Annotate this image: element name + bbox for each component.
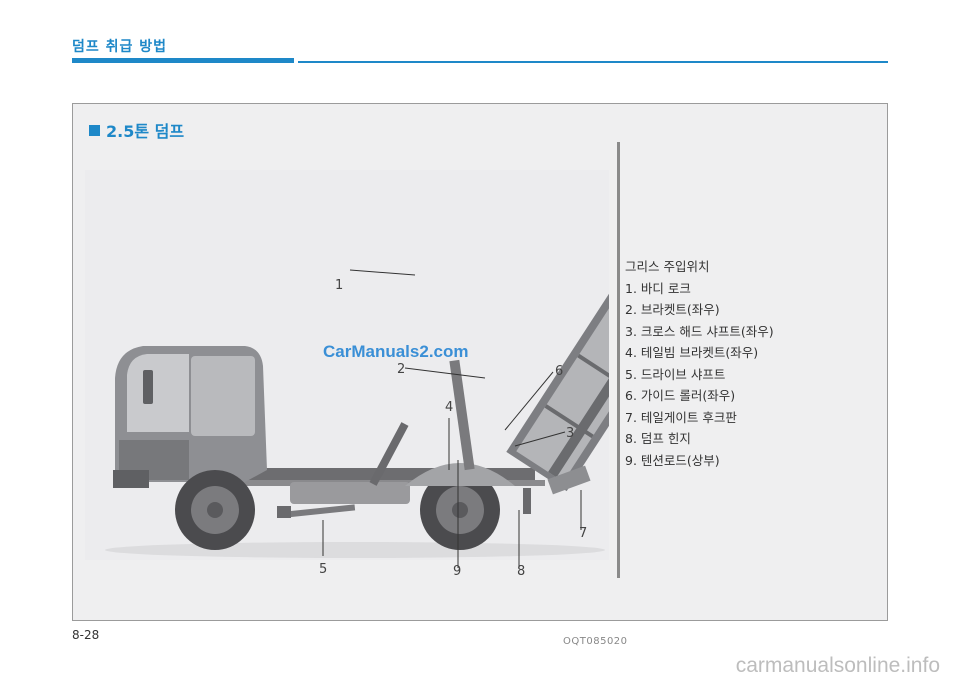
section-title: 2.5톤 덤프	[89, 118, 184, 142]
callout-9: 9	[453, 564, 462, 579]
callout-6: 6	[555, 364, 564, 379]
section-title-text: 2.5톤 덤프	[106, 122, 185, 141]
legend-item: 6. 가이드 롤러(좌우)	[625, 388, 736, 403]
callout-2: 2	[397, 362, 406, 377]
vertical-divider	[617, 142, 620, 578]
footer-site-text: carmanualsonline.info	[735, 654, 940, 677]
callout-5: 5	[319, 562, 328, 577]
content-panel: 2.5톤 덤프 1 2 3 4 5 6 7 8 9 CarManuals2.co…	[72, 103, 888, 647]
page-number: 8-28	[72, 628, 100, 642]
figure-code: OQT085020	[563, 636, 628, 647]
legend-heading: 그리스 주입위치	[625, 259, 710, 274]
truck-drawing	[85, 170, 609, 568]
dump-truck-illustration: 1 2 3 4 5 6 7 8 9 CarManuals2.com OQT085…	[85, 170, 627, 647]
page-header-title: 덤프 취급 방법	[72, 39, 168, 55]
legend-item: 9. 텐션로드(상부)	[625, 452, 720, 468]
legend-item: 3. 크로스 해드 샤프트(좌우)	[625, 323, 774, 339]
legend-item: 7. 테일게이트 후크판	[625, 409, 737, 425]
legend-item: 2. 브라켓트(좌우)	[625, 302, 720, 317]
callout-7: 7	[579, 526, 588, 541]
grease-points-legend: 그리스 주입위치 1. 바디 로크 2. 브라켓트(좌우) 3. 크로스 해드 …	[625, 256, 774, 471]
header-bar-line	[298, 61, 888, 63]
legend-item: 8. 덤프 힌지	[625, 431, 691, 446]
callout-4: 4	[445, 400, 454, 415]
callout-1: 1	[335, 278, 344, 293]
legend-item: 5. 드라이브 샤프트	[625, 366, 726, 382]
callout-3: 3	[566, 426, 575, 441]
callout-8: 8	[517, 564, 526, 579]
legend-item: 1. 바디 로크	[625, 280, 691, 296]
header-bar-accent	[72, 58, 294, 63]
watermark-text: CarManuals2.com	[323, 342, 469, 361]
square-bullet-icon	[89, 124, 100, 136]
legend-item: 4. 테일빔 브라켓트(좌우)	[625, 345, 759, 360]
